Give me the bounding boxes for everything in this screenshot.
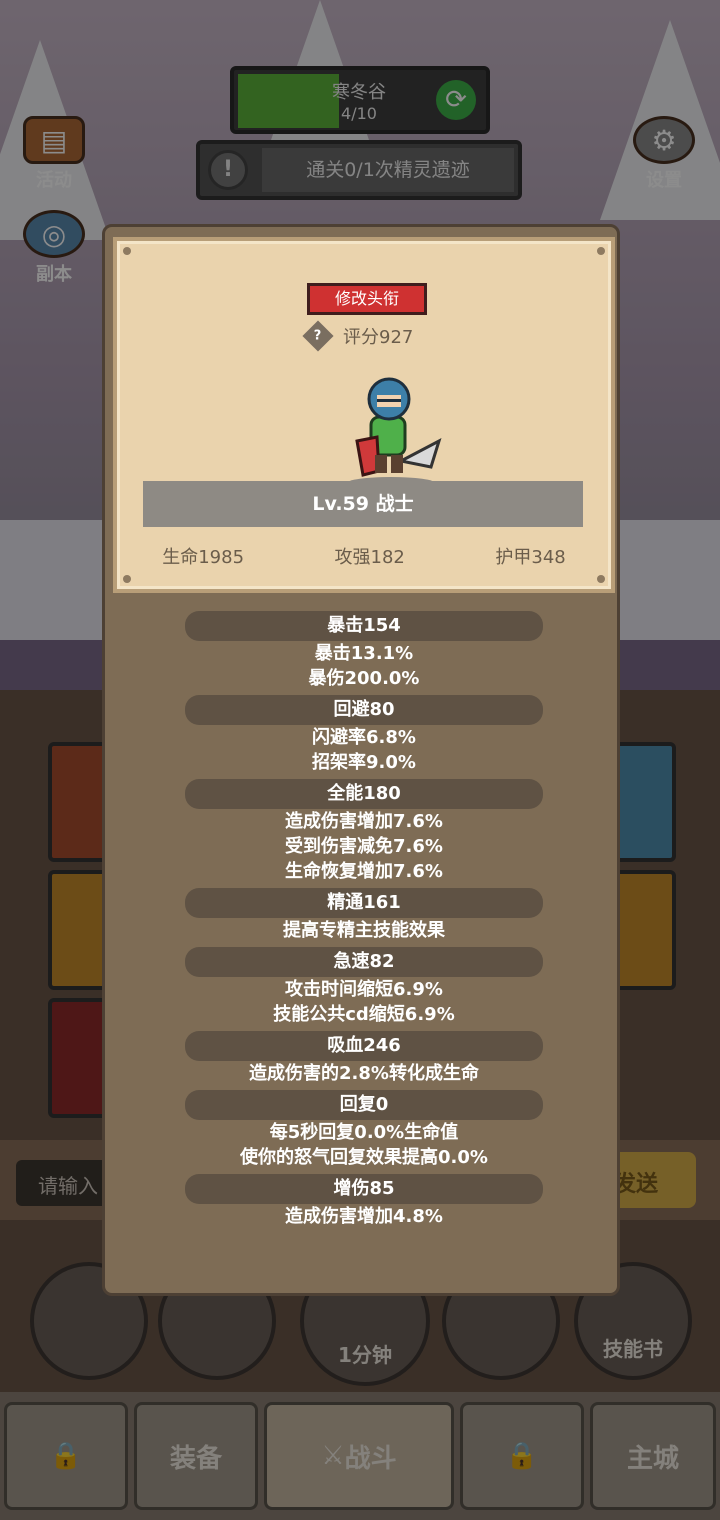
profile-card: 修改头衔 ? 评分927 Lv.59 战士 生命1985 攻强182 护甲348 <box>113 237 615 593</box>
attribute-group: 增伤85 造成伤害增加4.8% <box>105 1174 623 1229</box>
attribute-detail: 技能公共cd缩短6.9% <box>273 1004 455 1025</box>
attribute-detail: 使你的怒气回复效果提高0.0% <box>240 1147 488 1168</box>
nail <box>597 247 605 255</box>
attribute-header: 急速82 <box>185 947 543 977</box>
attribute-detail: 造成伤害增加4.8% <box>285 1206 443 1227</box>
rating: ? 评分927 <box>302 320 447 352</box>
hp-stat: 生命1985 <box>162 547 245 568</box>
attribute-header: 精通161 <box>185 888 543 918</box>
attribute-list: 暴击154 暴击13.1% 暴伤200.0% 回避80 闪避率6.8% 招架率9… <box>105 611 623 1233</box>
attribute-group: 精通161 提高专精主技能效果 <box>105 888 623 943</box>
attribute-header: 全能180 <box>185 779 543 809</box>
attribute-header: 暴击154 <box>185 611 543 641</box>
attribute-detail: 每5秒回复0.0%生命值 <box>269 1122 459 1143</box>
core-stats-row: 生命1985 攻强182 护甲348 <box>117 543 611 569</box>
attack-stat: 攻强182 <box>334 547 405 568</box>
attribute-detail: 闪避率6.8% <box>312 727 416 748</box>
attribute-header: 回避80 <box>185 695 543 725</box>
nail <box>597 575 605 583</box>
level-class-band: Lv.59 战士 <box>143 481 583 527</box>
attribute-group: 暴击154 暴击13.1% 暴伤200.0% <box>105 611 623 691</box>
attribute-detail: 攻击时间缩短6.9% <box>285 979 443 1000</box>
attribute-group: 全能180 造成伤害增加7.6% 受到伤害减免7.6% 生命恢复增加7.6% <box>105 779 623 884</box>
attribute-detail: 暴击13.1% <box>314 643 414 664</box>
armor-stat: 护甲348 <box>495 547 566 568</box>
attribute-detail: 造成伤害的2.8%转化成生命 <box>249 1063 479 1084</box>
attribute-detail: 招架率9.0% <box>312 752 416 773</box>
attribute-header: 吸血246 <box>185 1031 543 1061</box>
attribute-group: 回避80 闪避率6.8% 招架率9.0% <box>105 695 623 775</box>
attribute-header: 增伤85 <box>185 1174 543 1204</box>
warrior-avatar <box>347 377 442 489</box>
attribute-detail: 生命恢复增加7.6% <box>285 861 443 882</box>
rating-label: 评分927 <box>343 327 414 348</box>
attribute-detail: 提高专精主技能效果 <box>283 920 445 941</box>
attribute-group: 急速82 攻击时间缩短6.9% 技能公共cd缩短6.9% <box>105 947 623 1027</box>
nail <box>123 247 131 255</box>
rename-title-button[interactable]: 修改头衔 <box>307 283 427 315</box>
attribute-detail: 暴伤200.0% <box>308 668 420 689</box>
attribute-group: 吸血246 造成伤害的2.8%转化成生命 <box>105 1031 623 1086</box>
attribute-detail: 受到伤害减免7.6% <box>285 836 443 857</box>
attribute-group: 回复0 每5秒回复0.0%生命值 使你的怒气回复效果提高0.0% <box>105 1090 623 1170</box>
attribute-detail: 造成伤害增加7.6% <box>285 811 443 832</box>
nail <box>123 575 131 583</box>
attribute-header: 回复0 <box>185 1090 543 1120</box>
help-icon[interactable]: ? <box>302 320 334 352</box>
character-stats-modal: 修改头衔 ? 评分927 Lv.59 战士 生命1985 攻强182 护甲348… <box>102 224 620 1296</box>
